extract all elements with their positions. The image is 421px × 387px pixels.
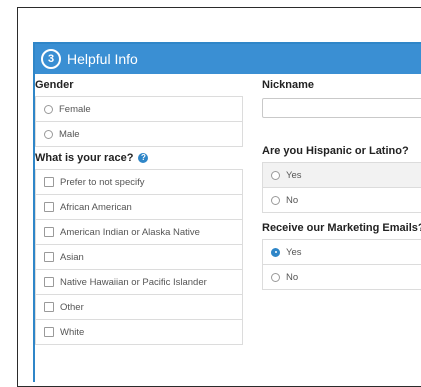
hispanic-option-no[interactable]: No xyxy=(263,188,421,213)
radio-icon[interactable] xyxy=(271,272,280,282)
step-number-badge: 3 xyxy=(41,49,61,69)
radio-icon[interactable] xyxy=(271,195,280,205)
marketing-option-yes[interactable]: Yes xyxy=(263,240,421,265)
hispanic-options: Yes No xyxy=(262,162,421,213)
race-option-white[interactable]: White xyxy=(36,320,242,345)
panel-title: Helpful Info xyxy=(67,51,138,67)
race-option-african-american[interactable]: African American xyxy=(36,195,242,220)
marketing-label: Receive our Marketing Emails? xyxy=(262,222,421,234)
option-label: Female xyxy=(59,103,91,115)
option-label: Yes xyxy=(286,169,302,181)
question-circle-icon[interactable]: ? xyxy=(138,153,149,163)
option-label: African American xyxy=(60,201,132,213)
option-label: Asian xyxy=(60,251,84,263)
option-label: Prefer to not specify xyxy=(60,176,145,188)
race-option-asian[interactable]: Asian xyxy=(36,245,242,270)
option-label: Yes xyxy=(286,246,302,258)
right-column: Nickname Are you Hispanic or Latino? Yes… xyxy=(262,74,421,290)
nickname-input[interactable] xyxy=(262,98,421,118)
radio-icon[interactable] xyxy=(44,129,53,139)
race-option-prefer-not[interactable]: Prefer to not specify xyxy=(36,170,242,195)
race-option-other[interactable]: Other xyxy=(36,295,242,320)
race-option-american-indian[interactable]: American Indian or Alaska Native xyxy=(36,220,242,245)
race-label: What is your race? ? xyxy=(35,147,243,169)
option-label: No xyxy=(286,194,299,206)
checkbox-icon[interactable] xyxy=(44,177,54,187)
race-option-native-hawaiian[interactable]: Native Hawaiian or Pacific Islander xyxy=(36,270,242,295)
checkbox-icon[interactable] xyxy=(44,302,54,312)
gender-option-male[interactable]: Male xyxy=(36,122,242,147)
hispanic-label: Are you Hispanic or Latino? xyxy=(262,145,409,157)
radio-icon[interactable] xyxy=(271,170,280,180)
marketing-option-no[interactable]: No xyxy=(263,265,421,290)
checkbox-icon[interactable] xyxy=(44,327,54,337)
checkbox-icon[interactable] xyxy=(44,227,54,237)
option-label: Other xyxy=(60,301,84,313)
gender-options: Female Male xyxy=(35,96,243,147)
option-label: White xyxy=(60,326,85,338)
checkbox-icon[interactable] xyxy=(44,277,54,287)
option-label: American Indian or Alaska Native xyxy=(60,226,200,238)
radio-icon[interactable] xyxy=(44,104,53,114)
radio-selected-icon[interactable] xyxy=(271,247,280,257)
gender-label: Gender xyxy=(35,79,74,91)
hispanic-option-yes[interactable]: Yes xyxy=(263,163,421,188)
option-label: No xyxy=(286,271,299,283)
checkbox-icon[interactable] xyxy=(44,252,54,262)
option-label: Male xyxy=(59,128,80,140)
option-label: Native Hawaiian or Pacific Islander xyxy=(60,276,207,288)
helpful-info-panel: 3 Helpful Info Gender Female Male What i… xyxy=(33,42,421,382)
gender-option-female[interactable]: Female xyxy=(36,97,242,122)
race-options: Prefer to not specify African American A… xyxy=(35,169,243,345)
marketing-options: Yes No xyxy=(262,239,421,290)
nickname-label: Nickname xyxy=(262,79,314,91)
panel-header: 3 Helpful Info xyxy=(35,44,421,74)
left-column: Gender Female Male What is your race? ? … xyxy=(35,74,243,345)
checkbox-icon[interactable] xyxy=(44,202,54,212)
